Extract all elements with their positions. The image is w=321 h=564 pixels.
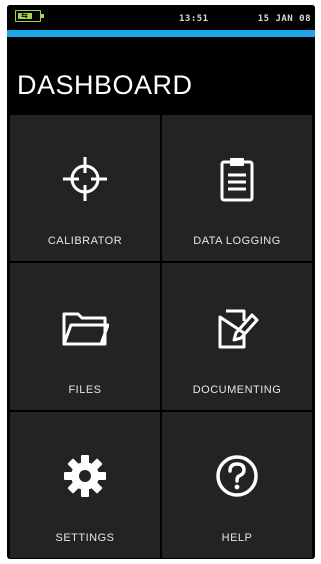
documenting-tile[interactable]: DOCUMENTING: [162, 263, 312, 410]
help-icon: [213, 452, 261, 500]
calibrator-label: CALIBRATOR: [47, 235, 123, 248]
data-logging-label: DATA LOGGING: [193, 235, 281, 248]
accent-bar: [7, 30, 315, 37]
settings-tile[interactable]: SETTINGS: [10, 411, 160, 558]
settings-label: SETTINGS: [55, 531, 115, 544]
documenting-label: DOCUMENTING: [192, 383, 282, 396]
clipboard-icon: [213, 155, 261, 203]
dashboard-grid: CALIBRATOR DATA LOGGING FILES DOCUMENTIN…: [10, 115, 312, 558]
document-pen-icon: [213, 304, 261, 352]
device-screen: ⇆ 13:51 15 JAN 08 DASHBOARD CALIBRATOR D…: [7, 5, 315, 559]
status-bar: ⇆ 13:51 15 JAN 08: [7, 5, 315, 29]
folder-icon: [61, 304, 109, 352]
status-time: 13:51: [179, 14, 209, 24]
files-label: FILES: [68, 383, 102, 396]
calibrator-tile[interactable]: CALIBRATOR: [10, 115, 160, 262]
files-tile[interactable]: FILES: [10, 263, 160, 410]
gear-icon: [61, 452, 109, 500]
data-logging-tile[interactable]: DATA LOGGING: [162, 115, 312, 262]
help-label: HELP: [221, 531, 253, 544]
crosshair-icon: [61, 155, 109, 203]
plug-icon: ⇆: [21, 11, 28, 20]
battery-icon: ⇆: [15, 10, 44, 22]
help-tile[interactable]: HELP: [162, 411, 312, 558]
status-date: 15 JAN 08: [257, 14, 311, 24]
page-title: DASHBOARD: [17, 70, 193, 100]
